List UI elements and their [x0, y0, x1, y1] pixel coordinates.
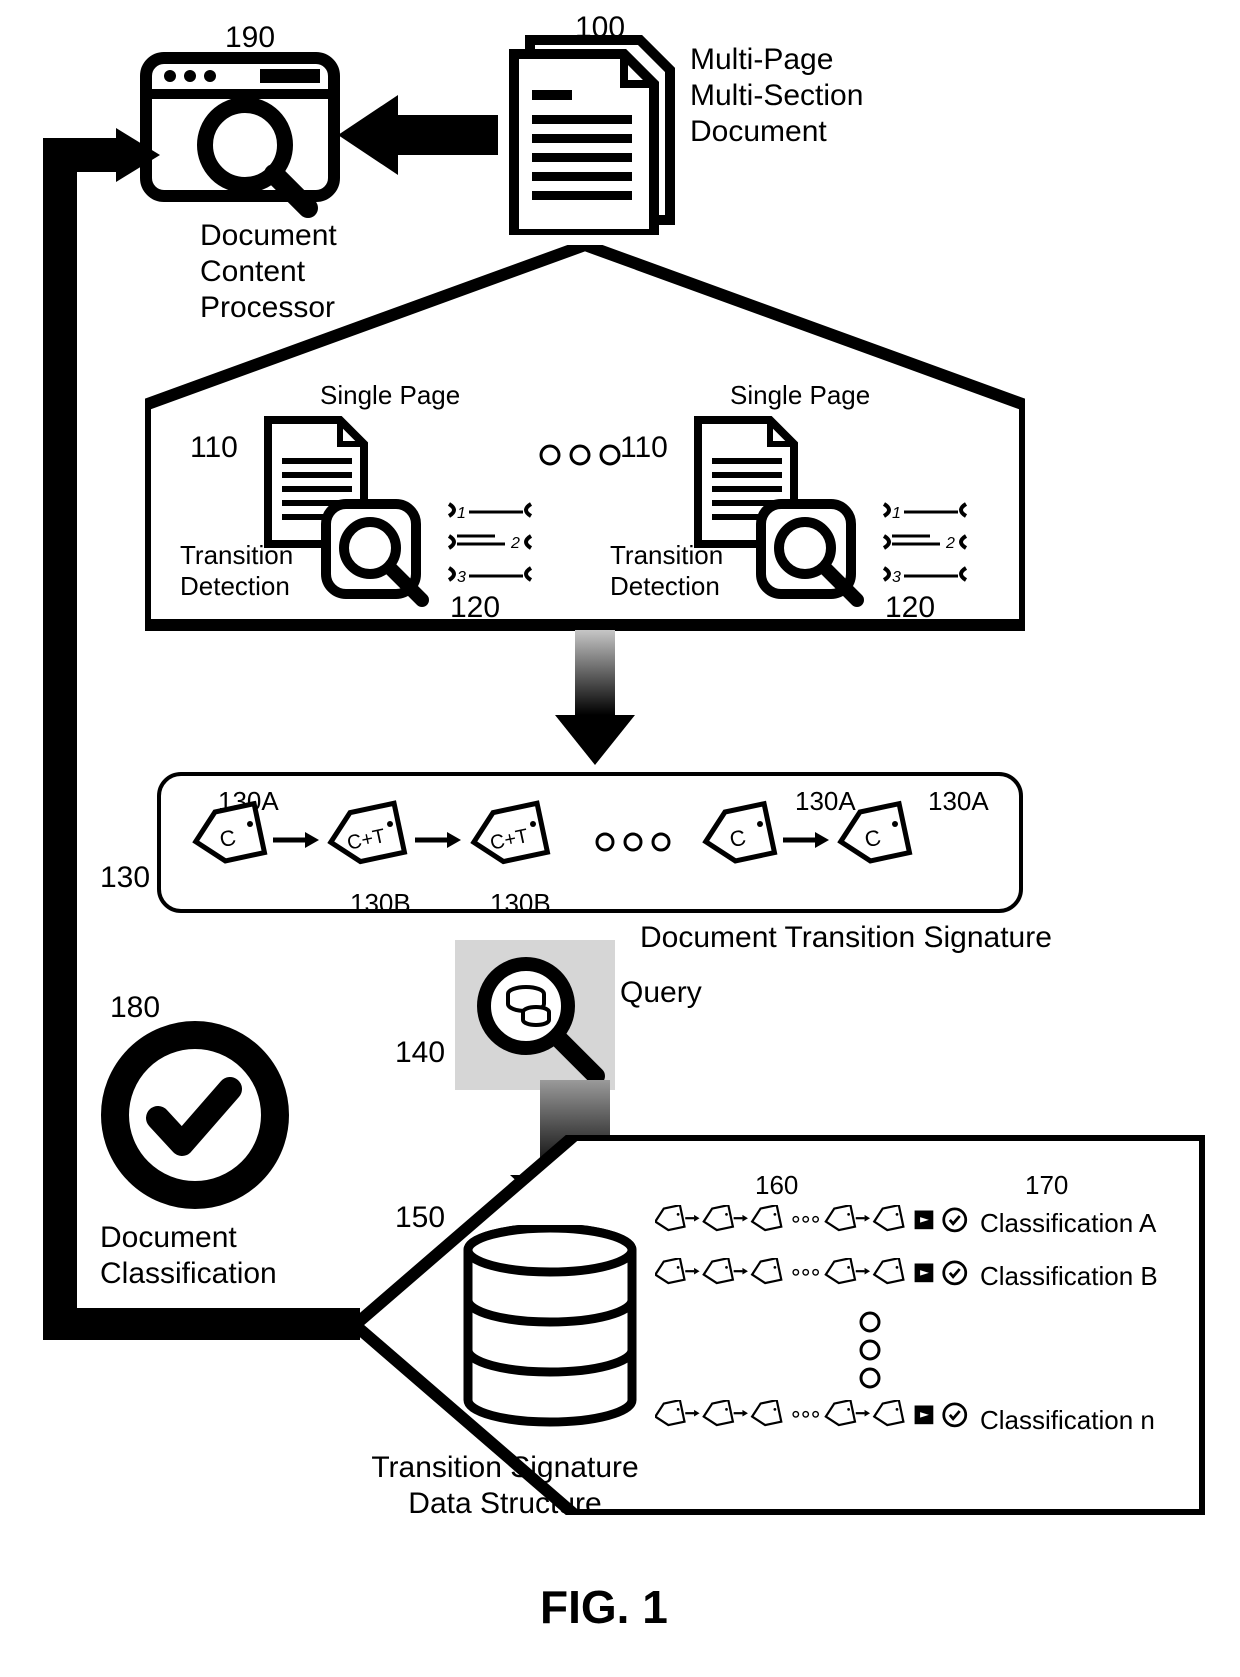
section-list-icon-left: 1 2 3 — [445, 500, 535, 590]
svg-text:3: 3 — [457, 569, 466, 586]
ref-120-right: 120 — [885, 590, 935, 626]
tag-chain-b — [655, 1258, 975, 1303]
ref-170: 170 — [1025, 1170, 1068, 1201]
ellipsis-pages — [535, 440, 625, 470]
document-stack-icon — [500, 30, 680, 235]
tag-chain-a — [655, 1205, 975, 1250]
ref-160: 160 — [755, 1170, 798, 1201]
db-label: Transition Signature Data Structure — [355, 1450, 655, 1522]
svg-text:3: 3 — [892, 569, 901, 586]
svg-text:2: 2 — [510, 535, 520, 552]
section-list-icon-right: 1 2 3 — [880, 500, 970, 590]
sig-box-label: Document Transition Signature — [640, 920, 1052, 956]
single-page-label-right: Single Page — [730, 380, 870, 411]
ellipsis-classes — [855, 1310, 885, 1390]
return-arrow — [20, 80, 390, 1340]
class-n-label: Classification n — [980, 1405, 1155, 1436]
ref-190: 190 — [225, 20, 275, 56]
query-label: Query — [620, 975, 702, 1011]
tag-chain-n — [655, 1400, 975, 1445]
ref-120-left: 120 — [450, 590, 500, 626]
ref-140: 140 — [395, 1035, 445, 1071]
doc-label: Multi-Page Multi-Section Document — [690, 42, 863, 150]
svg-text:1: 1 — [457, 505, 466, 522]
class-a-label: Classification A — [980, 1208, 1156, 1239]
database-icon — [460, 1225, 640, 1435]
query-magnifier-icon — [470, 950, 610, 1090]
ref-110-right: 110 — [620, 430, 668, 466]
arrow-to-sigbox — [545, 630, 645, 770]
ref-150: 150 — [395, 1200, 445, 1236]
ref-130B-2: 130B — [490, 888, 551, 919]
svg-text:2: 2 — [945, 535, 955, 552]
td-magnifier-right — [755, 498, 875, 618]
svg-text:1: 1 — [892, 505, 901, 522]
td-label-right: Transition Detection — [610, 540, 723, 602]
class-b-label: Classification B — [980, 1261, 1158, 1292]
figure-label: FIG. 1 — [540, 1580, 668, 1634]
